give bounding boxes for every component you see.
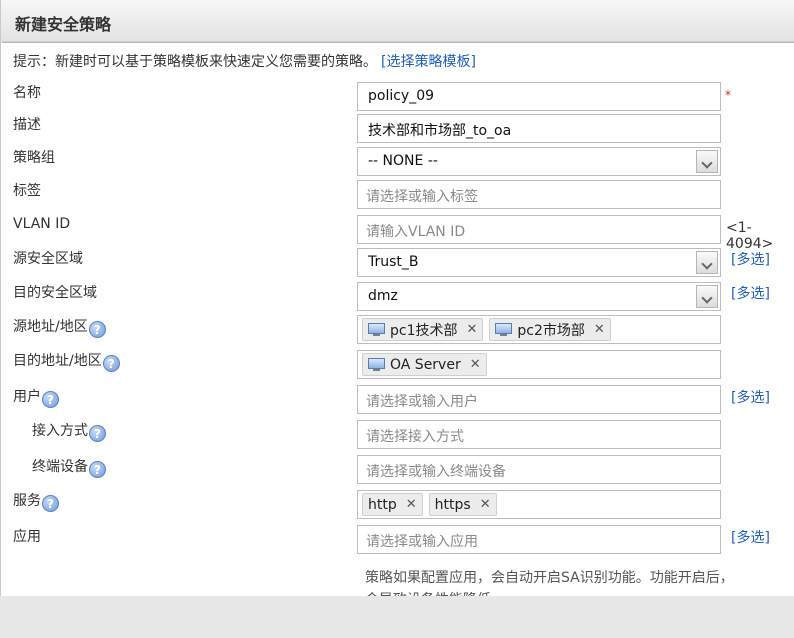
service-tag-label: http [368, 496, 397, 513]
address-tag: pc2市场部 ✕ [489, 318, 611, 341]
vlan-id-label: VLAN ID [13, 216, 71, 232]
dest-zone-select[interactable]: dmz [357, 282, 721, 311]
name-input[interactable]: policy_09 [357, 82, 721, 111]
dialog-title: 新建安全策略 [15, 15, 112, 34]
remove-icon[interactable]: ✕ [406, 497, 417, 512]
tip-message: 提示：新建时可以基于策略模板来快速定义您需要的策略。 [13, 54, 377, 70]
computer-icon [495, 323, 513, 336]
computer-icon [368, 358, 385, 371]
name-value: policy_09 [368, 88, 435, 104]
dest-zone-value: dmz [368, 288, 398, 304]
policy-group-select[interactable]: -- NONE -- [357, 147, 721, 176]
access-method-input[interactable]: 请选择接入方式 [357, 420, 721, 449]
computer-icon [368, 323, 385, 336]
remove-icon[interactable]: ✕ [467, 322, 478, 337]
dialog-body: 提示：新建时可以基于策略模板来快速定义您需要的策略。 [选择策略模板] 名称 po… [2, 42, 794, 596]
source-zone-value: Trust_B [368, 254, 419, 270]
remove-icon[interactable]: ✕ [470, 357, 481, 372]
terminal-device-input[interactable]: 请选择或输入终端设备 [357, 455, 721, 484]
address-tag-label: pc1技术部 [390, 322, 458, 339]
description-value: 技术部和市场部_to_oa [368, 123, 512, 139]
policy-group-value: -- NONE -- [368, 153, 438, 169]
chevron-down-icon[interactable] [696, 285, 718, 308]
help-icon[interactable]: ? [102, 355, 120, 372]
terminal-device-label: 终端设备? [32, 456, 106, 478]
help-icon[interactable]: ? [89, 461, 106, 478]
dest-address-label-text: 目的地址/地区 [13, 353, 102, 369]
user-multi-link[interactable]: [多选] [731, 387, 770, 407]
name-label: 名称 [13, 85, 41, 101]
dest-zone-label: 目的安全区域 [13, 285, 97, 301]
vlan-id-range: <1-4094> [726, 220, 774, 252]
terminal-device-label-text: 终端设备 [32, 459, 88, 475]
service-label-text: 服务 [13, 493, 41, 509]
tag-label: 标签 [13, 183, 41, 199]
dest-address-label: 目的地址/地区? [13, 350, 120, 372]
chevron-down-icon[interactable] [696, 150, 718, 173]
dest-zone-multi-link[interactable]: [多选] [731, 283, 770, 303]
application-label: 应用 [13, 529, 41, 545]
user-label-text: 用户 [13, 389, 41, 405]
tip-text: 提示：新建时可以基于策略模板来快速定义您需要的策略。 [选择策略模板] [13, 51, 476, 71]
application-placeholder: 请选择或输入应用 [366, 534, 478, 550]
vlan-id-input[interactable]: 请输入VLAN ID [357, 215, 721, 244]
service-tag: https ✕ [428, 493, 497, 516]
service-label: 服务? [13, 490, 59, 512]
application-multi-link[interactable]: [多选] [731, 527, 770, 547]
chevron-down-icon[interactable] [696, 251, 718, 274]
user-placeholder: 请选择或输入用户 [366, 394, 478, 410]
remove-icon[interactable]: ✕ [480, 497, 491, 512]
terminal-device-placeholder: 请选择或输入终端设备 [366, 464, 506, 480]
dialog-titlebar: 新建安全策略 [1, 0, 794, 42]
source-zone-label: 源安全区域 [13, 251, 83, 267]
description-input[interactable]: 技术部和市场部_to_oa [357, 114, 721, 143]
service-tag: http ✕ [362, 493, 423, 516]
select-template-link[interactable]: [选择策略模板] [381, 54, 476, 70]
address-tag-label: pc2市场部 [517, 322, 585, 339]
source-address-label-text: 源地址/地区 [13, 319, 88, 335]
user-label: 用户? [13, 386, 59, 408]
address-tag: pc1技术部 ✕ [362, 318, 484, 341]
source-zone-select[interactable]: Trust_B [357, 248, 721, 277]
help-icon[interactable]: ? [89, 425, 106, 442]
user-input[interactable]: 请选择或输入用户 [357, 385, 721, 414]
application-input[interactable]: 请选择或输入应用 [357, 525, 721, 554]
vlan-id-placeholder: 请输入VLAN ID [366, 224, 466, 240]
help-icon[interactable]: ? [88, 321, 106, 338]
help-icon[interactable]: ? [42, 495, 59, 512]
tag-input[interactable]: 请选择或输入标签 [357, 180, 721, 209]
access-method-label-text: 接入方式 [32, 423, 88, 439]
policy-group-label: 策略组 [13, 150, 55, 166]
required-mark: * [725, 88, 731, 102]
dest-address-input[interactable]: OA Server ✕ [357, 350, 721, 379]
new-security-policy-dialog: 新建安全策略 提示：新建时可以基于策略模板来快速定义您需要的策略。 [选择策略模板… [0, 0, 794, 596]
source-address-label: 源地址/地区? [13, 316, 106, 338]
address-tag-label: OA Server [390, 356, 461, 373]
remove-icon[interactable]: ✕ [594, 322, 605, 337]
source-zone-multi-link[interactable]: [多选] [731, 249, 770, 269]
source-address-input[interactable]: pc1技术部 ✕ pc2市场部 ✕ [357, 315, 721, 344]
access-method-label: 接入方式? [32, 420, 106, 442]
service-tag-label: https [434, 496, 471, 513]
application-note: 策略如果配置应用，会自动开启SA识别功能。功能开启后，会导致设备性能降低 [365, 570, 734, 596]
address-tag: OA Server ✕ [362, 353, 487, 376]
access-method-placeholder: 请选择接入方式 [366, 429, 464, 445]
tag-placeholder: 请选择或输入标签 [366, 189, 478, 205]
help-icon[interactable]: ? [42, 391, 59, 408]
description-label: 描述 [13, 117, 41, 133]
service-input[interactable]: http ✕ https ✕ [357, 490, 721, 519]
